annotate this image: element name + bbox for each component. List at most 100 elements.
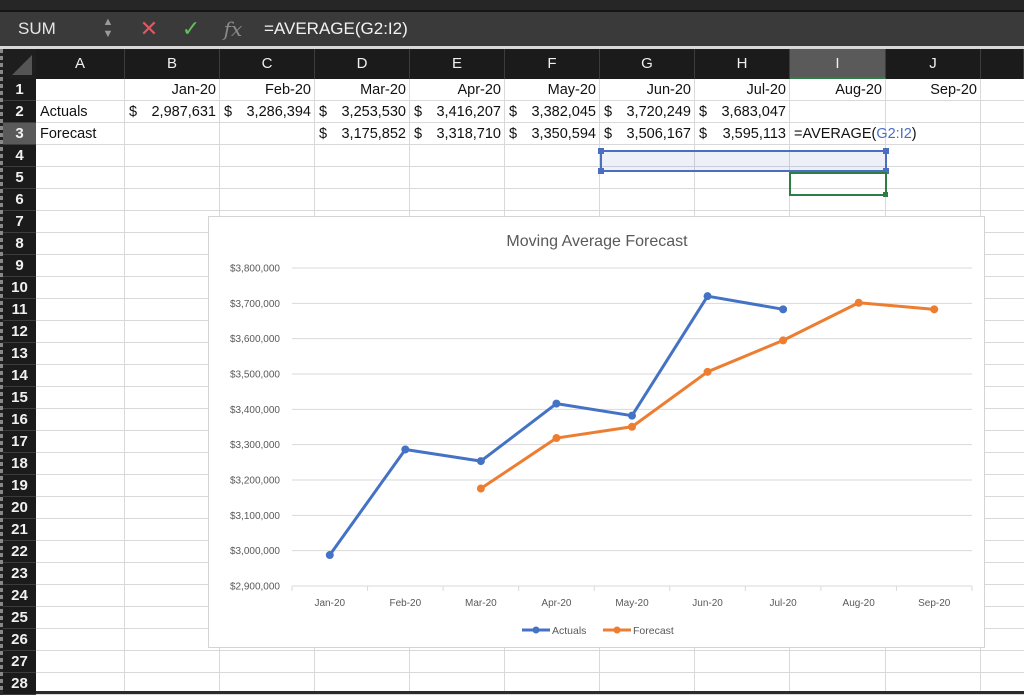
cell-b2[interactable]: $2,987,631: [125, 101, 220, 123]
column-header-i[interactable]: I: [790, 49, 886, 79]
cell-e1[interactable]: Apr-20: [410, 79, 505, 101]
selection-handle[interactable]: [883, 148, 889, 154]
row-header-6[interactable]: 6: [3, 189, 36, 211]
line-chart[interactable]: Moving Average Forecast $2,900,000 $3,000,…: [208, 216, 985, 648]
cell-e2[interactable]: $3,416,207: [410, 101, 505, 123]
row-header-26[interactable]: 26: [3, 629, 36, 651]
x-tick-label: May-20: [615, 598, 649, 609]
cancel-icon[interactable]: ✕: [136, 12, 162, 46]
y-tick-label: $3,800,000: [230, 264, 280, 275]
select-all-button[interactable]: [3, 49, 36, 79]
row-header-16[interactable]: 16: [3, 409, 36, 431]
row-header-17[interactable]: 17: [3, 431, 36, 453]
row-header-3[interactable]: 3: [3, 123, 36, 145]
row-header-11[interactable]: 11: [3, 299, 36, 321]
name-box-stepper[interactable]: ▲ ▼: [100, 16, 116, 42]
cell-h2[interactable]: $3,683,047: [695, 101, 790, 123]
cell-d2[interactable]: $3,253,530: [315, 101, 410, 123]
row-header-27[interactable]: 27: [3, 651, 36, 673]
x-tick-label: Mar-20: [465, 598, 497, 609]
row-header-4[interactable]: 4: [3, 145, 36, 167]
formula-input[interactable]: =AVERAGE(G2:I2): [254, 14, 1024, 44]
series-line-actuals: [328, 294, 784, 556]
selection-handle[interactable]: [598, 168, 604, 174]
cell-f3[interactable]: $3,350,594: [505, 123, 600, 145]
cell-i3-editing[interactable]: =AVERAGE(G2:I2): [790, 123, 921, 145]
currency-symbol: $: [509, 104, 518, 120]
row-header-23[interactable]: 23: [3, 563, 36, 585]
row-header-21[interactable]: 21: [3, 519, 36, 541]
column-header-b[interactable]: B: [125, 49, 220, 79]
x-tick-label: Apr-20: [541, 598, 571, 609]
active-cell-i3[interactable]: [789, 172, 888, 197]
name-box[interactable]: SUM: [6, 12, 138, 46]
data-point-actuals: [703, 292, 712, 301]
cell-g1[interactable]: Jun-20: [600, 79, 695, 101]
fill-handle[interactable]: [883, 192, 888, 197]
spreadsheet-grid[interactable]: ABCDEFGHIJ 1 2 3 4 5 6 7 8 9 10 11 12 13 14 15 16 17 18 19…: [0, 49, 1024, 695]
gridline: [36, 210, 1024, 211]
cell-i1[interactable]: Aug-20: [790, 79, 886, 101]
cell-value: 3,175,852: [341, 126, 406, 142]
currency-symbol: $: [604, 126, 613, 142]
row-header-9[interactable]: 9: [3, 255, 36, 277]
cell-a2[interactable]: Actuals: [36, 101, 125, 123]
formula-text: ): [911, 126, 917, 142]
y-tick-label: $3,700,000: [230, 299, 280, 310]
cell-g2[interactable]: $3,720,249: [600, 101, 695, 123]
column-header-c[interactable]: C: [220, 49, 315, 79]
cell-h3[interactable]: $3,595,113: [695, 123, 790, 145]
row-header-22[interactable]: 22: [3, 541, 36, 563]
column-header-a[interactable]: A: [36, 49, 125, 79]
cell-f2[interactable]: $3,382,045: [505, 101, 600, 123]
row-header-20[interactable]: 20: [3, 497, 36, 519]
row-header-5[interactable]: 5: [3, 167, 36, 189]
row-header-14[interactable]: 14: [3, 365, 36, 387]
row-header-19[interactable]: 19: [3, 475, 36, 497]
row-header-10[interactable]: 10: [3, 277, 36, 299]
column-header-k[interactable]: [981, 49, 1024, 79]
insert-function-icon[interactable]: fx: [220, 12, 246, 46]
row-header-8[interactable]: 8: [3, 233, 36, 255]
cell-d3[interactable]: $3,175,852: [315, 123, 410, 145]
cell-e3[interactable]: $3,318,710: [410, 123, 505, 145]
cell-a3[interactable]: Forecast: [36, 123, 125, 145]
row-header-7[interactable]: 7: [3, 211, 36, 233]
row-header-25[interactable]: 25: [3, 607, 36, 629]
cell-h1[interactable]: Jul-20: [695, 79, 790, 101]
check-icon[interactable]: ✓: [178, 12, 204, 46]
row-header-1[interactable]: 1: [3, 79, 36, 101]
range-selection-g2-i2[interactable]: [598, 148, 889, 174]
data-point-forecast: [779, 336, 788, 345]
formula-bar: SUM ▲ ▼ ✕ ✓ fx =AVERAGE(G2:I2): [0, 12, 1024, 46]
column-header-d[interactable]: D: [315, 49, 410, 79]
row-header-2[interactable]: 2: [3, 101, 36, 123]
cell-g3[interactable]: $3,506,167: [600, 123, 695, 145]
data-point-actuals: [401, 445, 410, 454]
column-header-j[interactable]: J: [886, 49, 981, 79]
row-header-28[interactable]: 28: [3, 673, 36, 695]
x-tick-label: Sep-20: [918, 598, 951, 609]
column-header-f[interactable]: F: [505, 49, 600, 79]
row-header-13[interactable]: 13: [3, 343, 36, 365]
cell-f1[interactable]: May-20: [505, 79, 600, 101]
cell-value: 3,318,710: [436, 126, 501, 142]
cell-d1[interactable]: Mar-20: [315, 79, 410, 101]
cell-c1[interactable]: Feb-20: [220, 79, 315, 101]
data-point-forecast: [628, 422, 636, 431]
legend-marker-actuals: [532, 626, 540, 634]
gridline: [36, 650, 1024, 651]
cell-j1[interactable]: Sep-20: [886, 79, 981, 101]
row-header-15[interactable]: 15: [3, 387, 36, 409]
row-header-24[interactable]: 24: [3, 585, 36, 607]
column-header-g[interactable]: G: [600, 49, 695, 79]
column-header-e[interactable]: E: [410, 49, 505, 79]
cell-b1[interactable]: Jan-20: [125, 79, 220, 101]
cell-c2[interactable]: $3,286,394: [220, 101, 315, 123]
column-header-h[interactable]: H: [695, 49, 790, 79]
selection-handle[interactable]: [598, 148, 604, 154]
row-header-18[interactable]: 18: [3, 453, 36, 475]
y-tick-label: $3,500,000: [230, 370, 280, 381]
row-header-12[interactable]: 12: [3, 321, 36, 343]
cell-value: 3,595,113: [722, 126, 786, 142]
